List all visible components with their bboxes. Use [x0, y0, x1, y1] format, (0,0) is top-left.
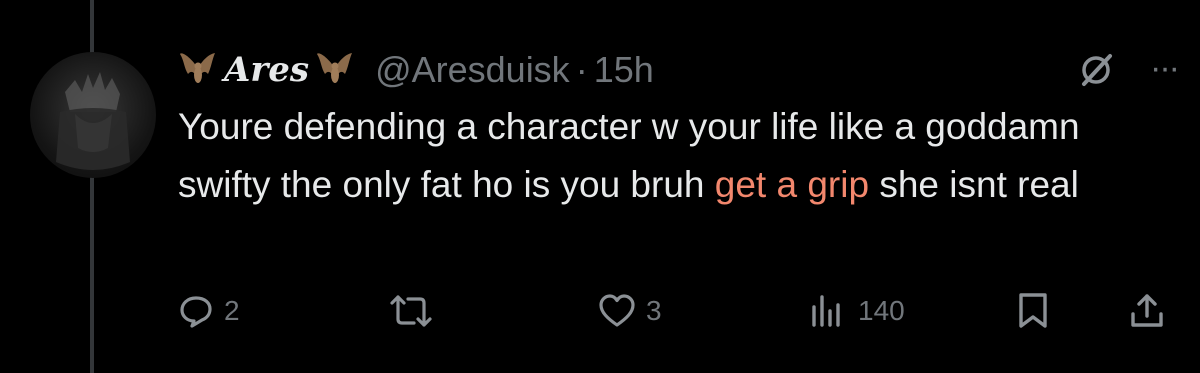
header-icons: ···: [1076, 49, 1180, 99]
reply-icon: [180, 296, 212, 328]
bookmark-button[interactable]: [1016, 292, 1050, 330]
share-button[interactable]: [1128, 292, 1166, 330]
more-icon[interactable]: ···: [1150, 49, 1180, 88]
tweet-text-highlight: get a grip: [714, 164, 870, 205]
like-button[interactable]: 3: [598, 293, 662, 329]
action-bar: 2 3 140: [178, 288, 1168, 334]
like-icon: [599, 294, 635, 327]
share-icon: [1131, 294, 1163, 327]
user-handle[interactable]: @Aresduisk: [375, 49, 570, 91]
tweet-text-after: she isnt real: [869, 164, 1079, 205]
bookmark-icon: [1019, 293, 1047, 328]
grok-icon[interactable]: [1076, 50, 1116, 99]
avatar[interactable]: [30, 52, 156, 178]
retweet-button[interactable]: [386, 293, 446, 329]
tweet-text: Youre defending a character w your life …: [178, 98, 1138, 214]
tweet[interactable]: Ares @Aresduisk · 15h ··· Youre defendin…: [178, 44, 1180, 328]
bat-icon: [178, 48, 218, 92]
separator-dot: ·: [575, 49, 588, 90]
views-button[interactable]: 140: [808, 293, 905, 329]
views-count: 140: [858, 295, 905, 326]
bat-icon: [315, 48, 355, 92]
reply-count: 2: [224, 295, 240, 326]
timestamp[interactable]: 15h: [594, 49, 654, 91]
like-count: 3: [646, 295, 662, 326]
tweet-header: Ares @Aresduisk · 15h ···: [178, 44, 1180, 99]
reply-button[interactable]: 2: [178, 293, 240, 329]
display-name[interactable]: Ares: [224, 50, 309, 90]
views-icon: [812, 295, 840, 327]
retweet-icon: [390, 295, 432, 327]
